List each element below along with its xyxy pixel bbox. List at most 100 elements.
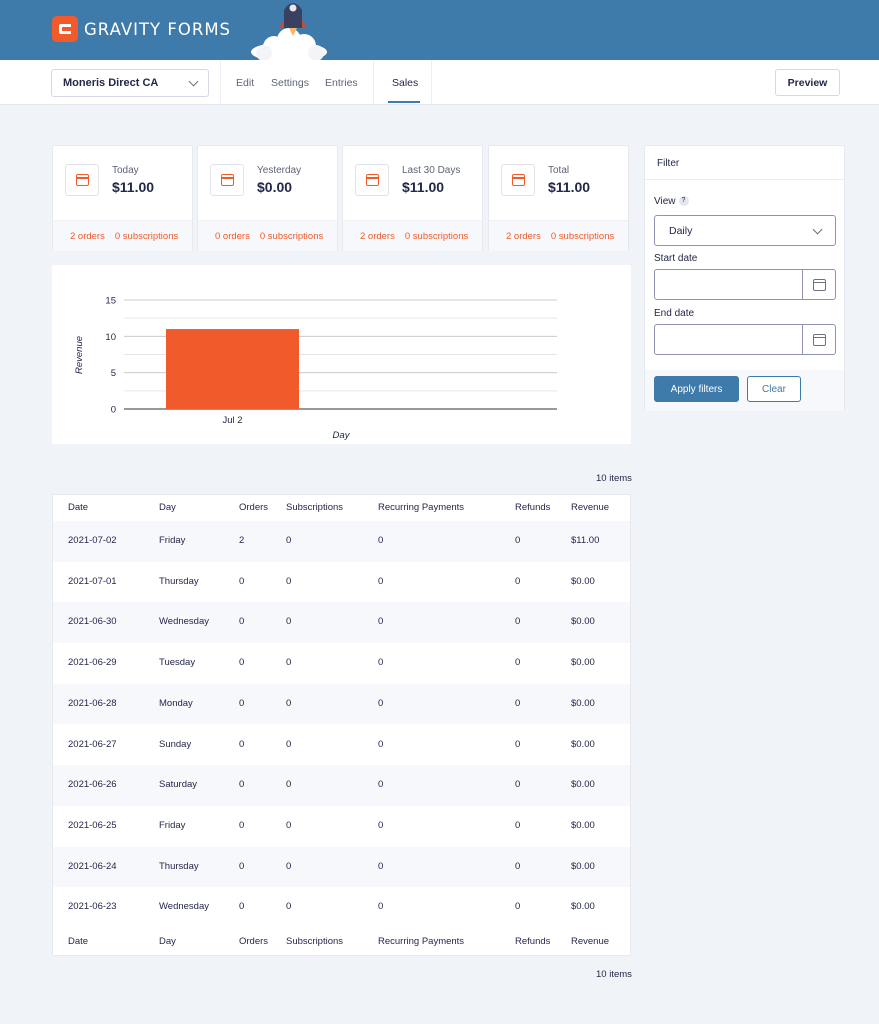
y-tick-label: 5 [111,368,116,379]
orders-link[interactable]: 2 orders [506,231,541,242]
table-cell: 0 [515,657,521,669]
table-row: 2021-06-23 Wednesday 0 0 0 0 $0.00 [53,887,630,928]
table-row: 2021-07-01 Thursday 0 0 0 0 $0.00 [53,562,630,603]
table-cell: $0.00 [571,657,595,669]
revenue-chart: 0 5 10 15 Jul 2 Day Revenue [74,296,557,441]
table-cell: $0.00 [571,779,595,791]
table-cell: 0 [515,616,521,628]
table-cell: 0 [515,901,521,913]
stat-label: Last 30 Days [402,165,461,176]
calendar-icon [210,164,244,196]
table-cell: Friday [159,535,186,546]
table-cell: 0 [239,697,245,709]
stat-label: Yesterday [257,165,302,176]
table-cell: 2 [239,535,245,546]
table-row: 2021-06-26 Saturday 0 0 0 0 $0.00 [53,765,630,806]
sales-table: Date Day Orders Subscriptions Recurring Paym… [52,494,631,956]
table-cell: 2021-06-30 [68,616,117,628]
stat-value: $11.00 [112,179,155,195]
subscriptions-link[interactable]: 0 subscriptions [551,231,614,242]
table-cell: 0 [378,738,384,750]
tab-edit[interactable]: Edit [236,77,254,89]
table-cell: Saturday [159,779,198,791]
table-cell: Monday [159,697,193,709]
table-cell: Thursday [159,575,199,587]
calendar-icon[interactable] [802,270,835,299]
end-date-label: End date [654,308,695,319]
y-tick-label: 0 [111,405,116,416]
table-cell: Wednesday [159,901,209,913]
preview-button[interactable]: Preview [775,69,840,96]
column-header: Recurring Payments [378,936,465,947]
table-cell: 0 [239,901,245,913]
chevron-down-icon [188,76,199,87]
column-header: Refunds [515,936,551,947]
view-select[interactable]: Daily [654,215,836,246]
table-row: 2021-06-27 Sunday 0 0 0 0 $0.00 [53,725,630,766]
end-date-input[interactable] [654,324,836,355]
table-cell: $0.00 [571,575,595,587]
table-cell: 0 [286,535,292,546]
orders-link[interactable]: 2 orders [70,231,105,242]
table-cell: 0 [515,575,521,587]
table-cell: 0 [378,779,384,791]
stat-label: Total [548,165,570,176]
table-row: 2021-07-02 Friday 2 0 0 0 $11.00 [53,521,630,562]
table-cell: 2021-07-02 [68,535,117,546]
help-icon[interactable]: ? [678,196,689,207]
y-tick-label: 15 [105,296,116,307]
column-header: Orders [239,936,269,947]
stat-value: $0.00 [257,179,293,195]
column-header: Revenue [571,502,610,513]
table-cell: $0.00 [571,616,595,628]
calendar-icon [501,164,535,196]
logo-icon [52,16,78,42]
table-cell: $0.00 [571,860,595,872]
table-cell: 0 [239,819,245,831]
table-cell: 0 [378,657,384,669]
stat-card-yesterday: Yesterday $0.00 0 orders 0 subscriptions [197,145,338,251]
apply-filters-button[interactable]: Apply filters [654,376,739,402]
orders-link[interactable]: 0 orders [215,231,250,242]
column-header: Recurring Payments [378,502,465,513]
active-tab-indicator [388,101,420,103]
table-cell: 0 [286,575,292,587]
table-row: 2021-06-25 Friday 0 0 0 0 $0.00 [53,806,630,847]
divider [431,60,432,105]
table-header-row: Date Day Orders Subscriptions Recurring Paym… [53,495,630,521]
column-header: Day [159,936,176,947]
table-cell: 2021-06-25 [68,819,117,831]
view-label-text: View [654,196,676,207]
orders-link[interactable]: 2 orders [360,231,395,242]
table-cell: 2021-07-01 [68,575,117,587]
column-header: Orders [239,502,269,513]
gravity-forms-logo[interactable]: GRAVITY FORMS [52,16,231,42]
subscriptions-link[interactable]: 0 subscriptions [260,231,323,242]
subscriptions-link[interactable]: 0 subscriptions [115,231,178,242]
stat-card-last-30-days: Last 30 Days $11.00 2 orders 0 subscript… [342,145,483,251]
table-cell: 0 [515,535,521,546]
table-cell: 0 [378,860,384,872]
clear-button[interactable]: Clear [747,376,801,402]
stat-value: $11.00 [402,179,445,195]
tab-entries[interactable]: Entries [325,77,358,89]
form-switcher-select[interactable]: Moneris Direct CA [51,69,209,97]
table-cell: 0 [378,901,384,913]
calendar-icon[interactable] [802,325,835,354]
tab-sales[interactable]: Sales [392,77,418,89]
table-cell: 0 [239,616,245,628]
rocket-illustration-icon [251,3,327,60]
table-cell: 0 [378,819,384,831]
subscriptions-link[interactable]: 0 subscriptions [405,231,468,242]
filter-title: Filter [645,146,844,180]
stat-value: $11.00 [548,179,591,195]
table-cell: 0 [239,657,245,669]
column-header: Day [159,502,176,513]
tab-settings[interactable]: Settings [271,77,309,89]
table-cell: $0.00 [571,738,595,750]
start-date-input[interactable] [654,269,836,300]
table-cell: 0 [286,697,292,709]
table-cell: 2021-06-23 [68,901,117,913]
calendar-icon [65,164,99,196]
table-cell: Tuesday [159,657,196,669]
